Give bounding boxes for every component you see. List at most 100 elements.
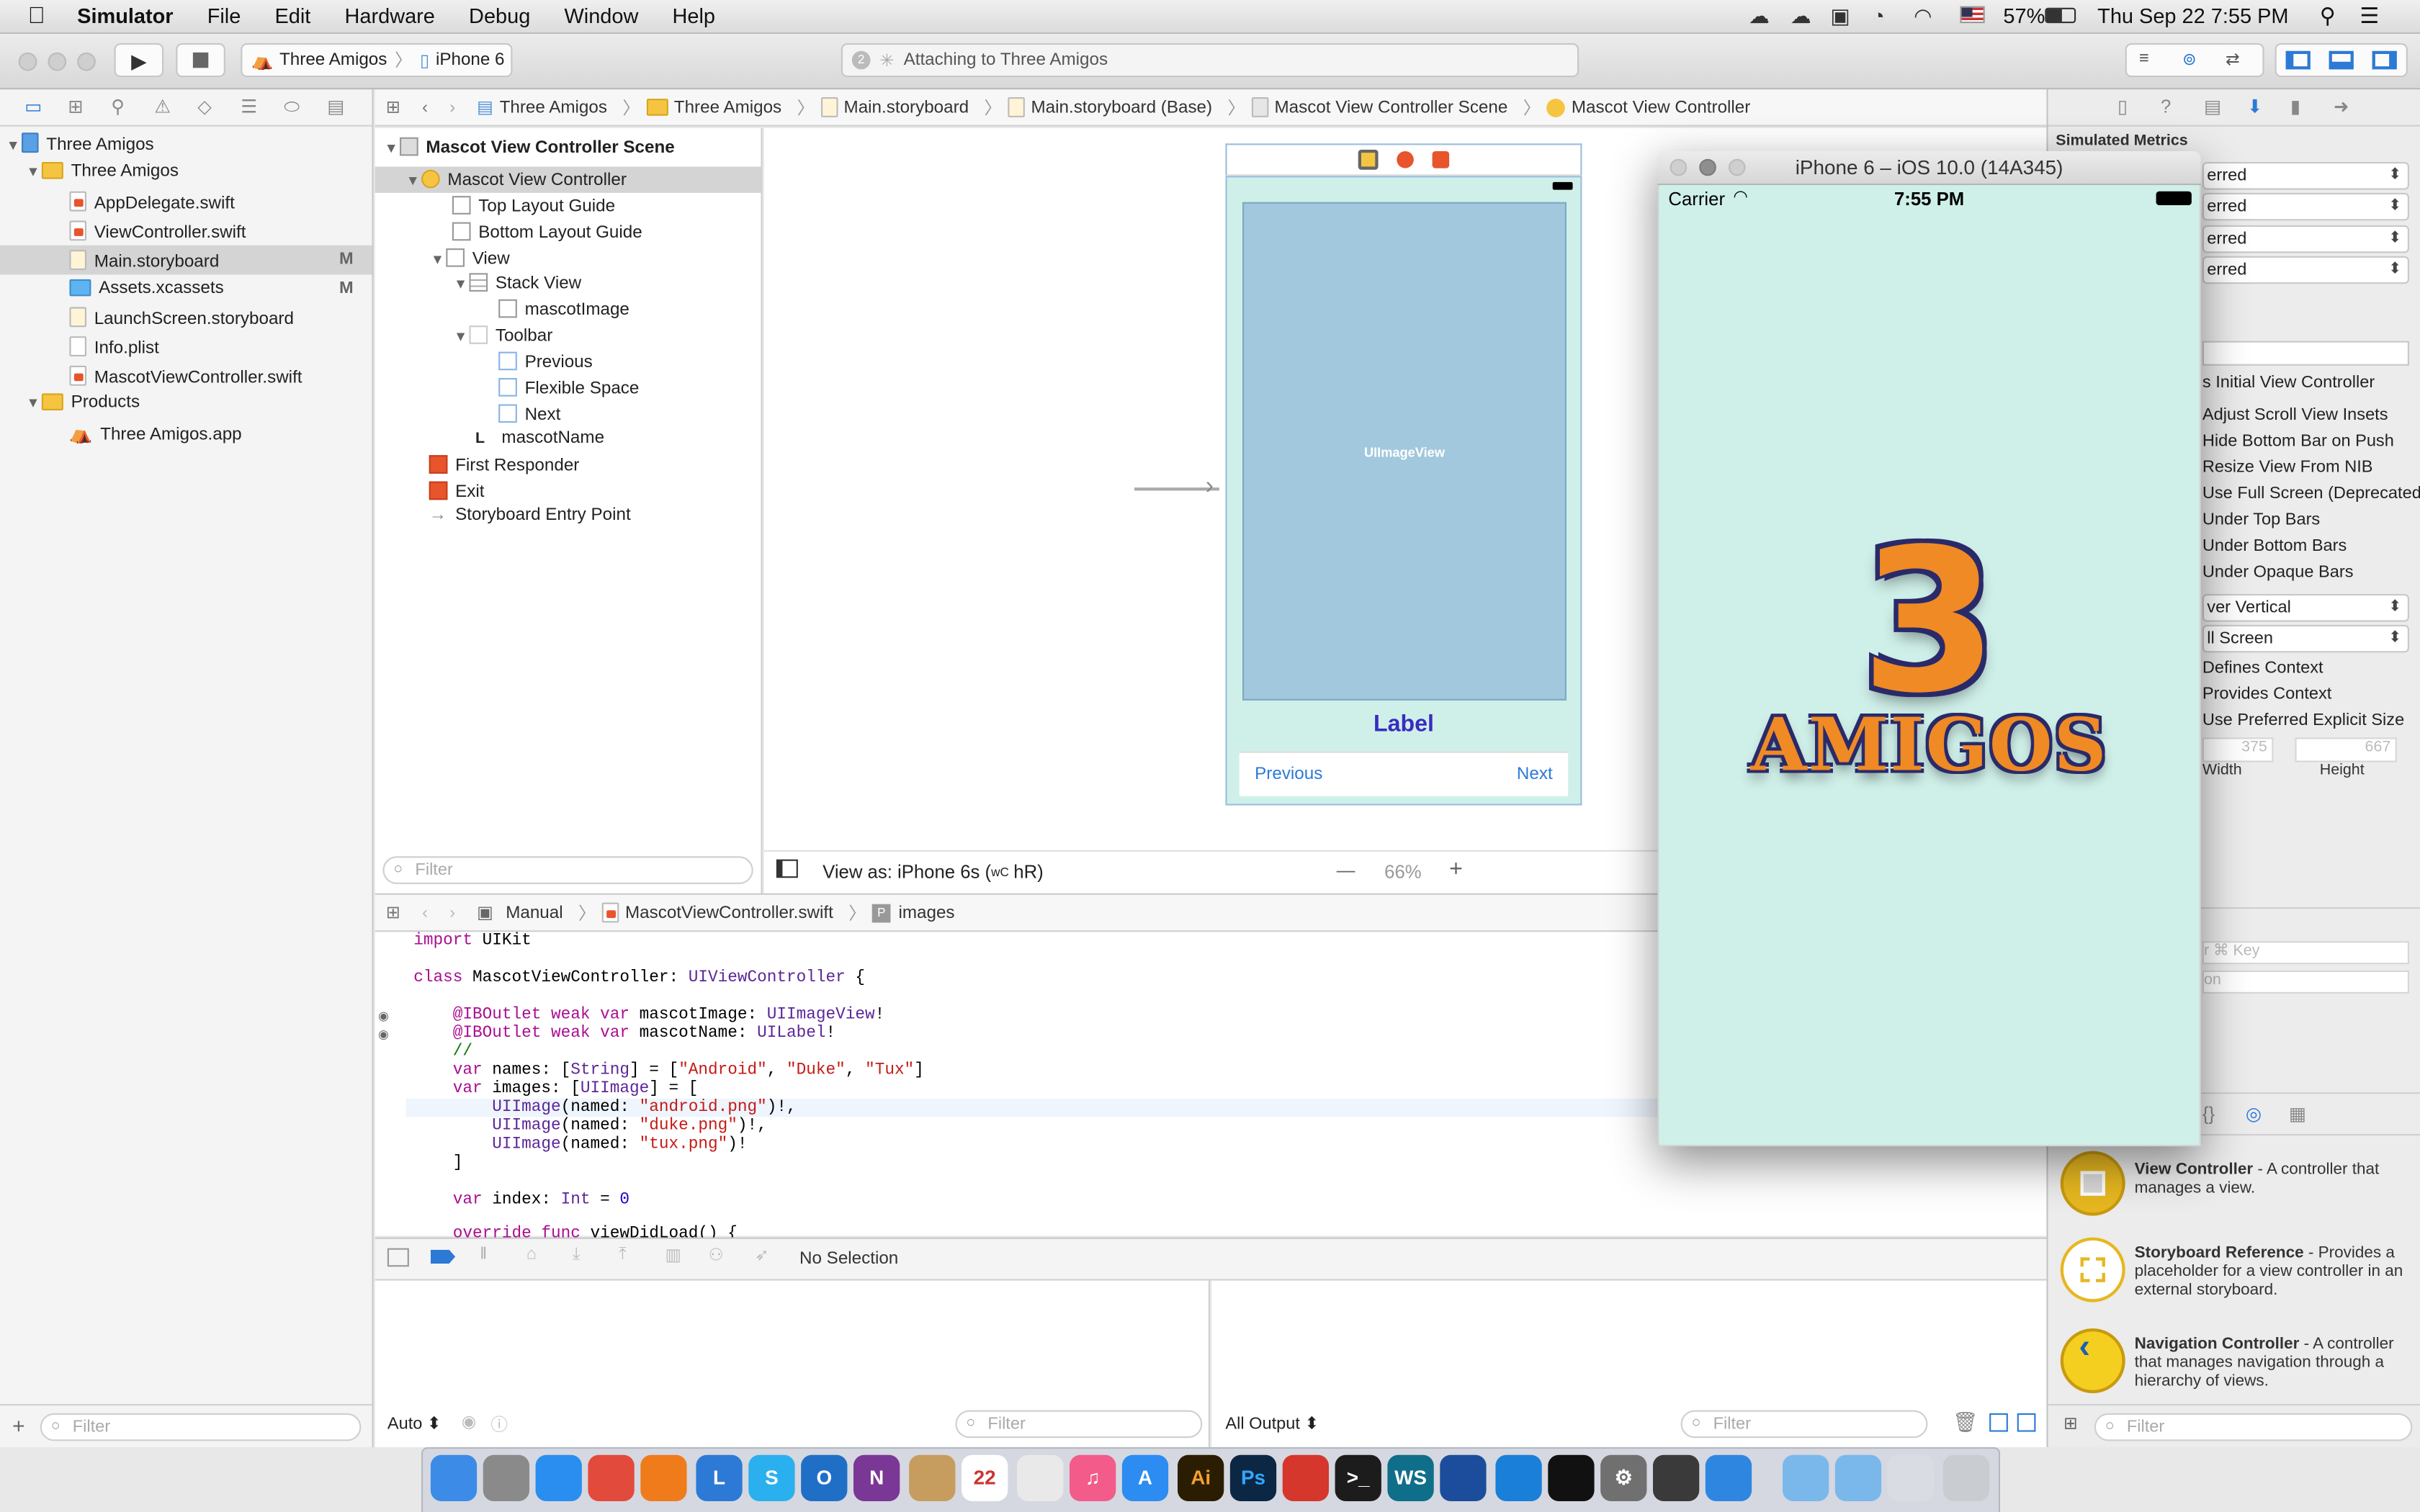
- terminal-icon[interactable]: >_: [1335, 1454, 1381, 1501]
- toggle-outline-icon[interactable]: [776, 859, 798, 878]
- outline-filter-field[interactable]: Filter: [382, 856, 753, 884]
- apple-menu-icon[interactable]: : [28, 3, 45, 29]
- info-icon[interactable]: ⓘ: [490, 1412, 508, 1436]
- first-responder-dock-icon[interactable]: [1397, 151, 1414, 168]
- split-right-icon[interactable]: [2017, 1413, 2036, 1432]
- zoom-out-button[interactable]: —: [1337, 860, 1355, 881]
- issue-navigator-icon[interactable]: ⚠: [154, 96, 171, 117]
- jump-item[interactable]: images: [898, 904, 954, 922]
- screen-share-icon[interactable]: ▣: [1830, 4, 1850, 29]
- image-view-placeholder[interactable]: UIImageView: [1242, 202, 1567, 701]
- device-screen[interactable]: Carrier ◠ 7:55 PM 3 AMIGOS: [1659, 185, 2200, 1146]
- version-editor-icon[interactable]: ⇄: [2226, 50, 2240, 70]
- console-filter-field[interactable]: Filter: [1680, 1410, 1928, 1439]
- variables-scope-select[interactable]: Auto ⬍: [387, 1413, 442, 1434]
- time-machine-icon[interactable]: ◔: [1872, 4, 1884, 27]
- breakpoint-navigator-icon[interactable]: ⬭: [284, 96, 300, 119]
- outline-item-view-controller[interactable]: ▼ Mascot View Controller: [406, 169, 627, 190]
- transition-style-popup[interactable]: ver Vertical: [2202, 594, 2409, 622]
- pause-icon[interactable]: ‖: [480, 1245, 487, 1264]
- menu-help[interactable]: Help: [673, 4, 715, 27]
- outline-item-bottom-layout-guide[interactable]: Bottom Layout Guide: [452, 222, 642, 242]
- bottom-bar-popup[interactable]: erred: [2202, 225, 2409, 253]
- hide-bottom-bar-checkbox[interactable]: Hide Bottom Bar on Push: [2202, 432, 2394, 451]
- tree-item-group[interactable]: ▼ Three Amigos: [26, 162, 179, 181]
- add-file-icon[interactable]: +: [12, 1413, 25, 1438]
- outline-item-first-responder[interactable]: First Responder: [429, 455, 579, 475]
- step-in-icon[interactable]: ⤓: [573, 1245, 580, 1265]
- chrome-icon[interactable]: [588, 1454, 635, 1501]
- tree-item-file[interactable]: ⛺ Three Amigos.app: [69, 423, 241, 444]
- console-view[interactable]: All Output ⬍ Filter 🗑: [1211, 1280, 2047, 1447]
- outline-item-previous[interactable]: Previous: [498, 351, 593, 372]
- test-navigator-icon[interactable]: ◇: [197, 96, 212, 117]
- tree-item-file[interactable]: Assets.xcassets: [69, 279, 224, 298]
- notification-center-icon[interactable]: ☰: [2360, 3, 2379, 29]
- close-window-button[interactable]: [18, 52, 37, 71]
- jump-item[interactable]: MascotViewController.swift: [625, 904, 833, 922]
- under-bottom-bars-checkbox[interactable]: Under Bottom Bars: [2202, 537, 2347, 556]
- adjust-scroll-checkbox[interactable]: Adjust Scroll View Insets: [2202, 406, 2388, 425]
- menu-edit[interactable]: Edit: [274, 4, 310, 27]
- quick-help-icon[interactable]: ?: [2161, 96, 2171, 117]
- outline-item-entry-point[interactable]: → Storyboard Entry Point: [429, 506, 631, 525]
- simulator-window[interactable]: iPhone 6 – iOS 10.0 (14A345) Carrier ◠ 7…: [1657, 151, 2201, 1147]
- creative-cloud-icon[interactable]: ☁: [1749, 4, 1770, 29]
- assistant-editor-icon[interactable]: ⊚: [2182, 50, 2197, 70]
- us-flag-icon[interactable]: [1960, 6, 1985, 24]
- itunes-icon[interactable]: ♫: [1070, 1454, 1116, 1501]
- object-library-icon[interactable]: ◎: [2246, 1103, 2262, 1125]
- outline-item-top-layout-guide[interactable]: Top Layout Guide: [452, 196, 615, 216]
- mascot-name-label[interactable]: Label: [1227, 711, 1581, 737]
- jump-item[interactable]: Main.storyboard (Base): [1031, 98, 1212, 117]
- remote-desktop-icon[interactable]: [1282, 1454, 1329, 1501]
- tree-item-file[interactable]: LaunchScreen.storyboard: [69, 307, 294, 328]
- scheme-selector[interactable]: ⛺ Three Amigos 〉 ▯ iPhone 6: [241, 43, 513, 78]
- top-bar-popup[interactable]: erred: [2202, 192, 2409, 221]
- outline-item-next[interactable]: Next: [498, 404, 560, 424]
- xcode-icon[interactable]: [1495, 1454, 1542, 1501]
- illustrator-icon[interactable]: Ai: [1178, 1454, 1224, 1501]
- zoom-window-button[interactable]: [77, 52, 96, 71]
- find-navigator-icon[interactable]: ⚲: [111, 96, 125, 117]
- scene-view[interactable]: UIImageView Label Previous Next: [1225, 176, 1582, 806]
- skype-icon[interactable]: S: [748, 1454, 795, 1501]
- wifi-icon[interactable]: ◠: [1914, 4, 1932, 29]
- step-out-icon[interactable]: ⤒: [619, 1245, 626, 1265]
- jump-item[interactable]: Three Amigos: [674, 98, 781, 117]
- view-controller-dock-icon[interactable]: [1358, 149, 1379, 170]
- launchpad-icon[interactable]: [483, 1454, 529, 1501]
- title-field[interactable]: [2202, 341, 2409, 366]
- project-navigator-icon[interactable]: ▭: [24, 96, 42, 117]
- exit-dock-icon[interactable]: [1432, 151, 1450, 168]
- file-inspector-icon[interactable]: ▯: [2118, 96, 2128, 117]
- tree-item-file[interactable]: MascotViewController.swift: [69, 365, 302, 387]
- battery-icon[interactable]: [2045, 7, 2076, 24]
- jump-item[interactable]: Mascot View Controller: [1572, 98, 1750, 117]
- menu-window[interactable]: Window: [564, 4, 638, 27]
- related-items-icon[interactable]: ⊞: [386, 97, 400, 117]
- tree-item-group[interactable]: ▼ Products: [26, 393, 140, 412]
- minimize-window-button[interactable]: [48, 52, 67, 71]
- quick-look-icon[interactable]: ◉: [462, 1412, 477, 1432]
- jump-item[interactable]: Mascot View Controller Scene: [1274, 98, 1507, 117]
- variables-view[interactable]: Auto ⬍ ◉ ⓘ Filter: [375, 1280, 1210, 1447]
- size-popup[interactable]: erred: [2202, 162, 2409, 190]
- run-button[interactable]: ▶: [114, 43, 164, 78]
- menu-clock[interactable]: Thu Sep 22 7:55 PM: [2097, 4, 2288, 27]
- navigator-filter-field[interactable]: Filter: [40, 1413, 362, 1441]
- menu-hardware[interactable]: Hardware: [344, 4, 434, 27]
- lync-icon[interactable]: L: [696, 1454, 743, 1501]
- view-debugger-icon[interactable]: ▥: [666, 1245, 681, 1265]
- documents-stack-icon[interactable]: [1887, 1454, 1934, 1501]
- stop-button[interactable]: [176, 43, 225, 78]
- presentation-popup[interactable]: ll Screen: [2202, 624, 2409, 653]
- trash-icon[interactable]: [1942, 1454, 1990, 1501]
- width-field[interactable]: 375: [2202, 737, 2274, 762]
- outlet-connection-icon[interactable]: ◉: [378, 1009, 389, 1022]
- hide-debug-icon[interactable]: [387, 1248, 409, 1267]
- forward-arrow-icon[interactable]: ›: [449, 98, 455, 117]
- identity-inspector-icon[interactable]: ▤: [2204, 96, 2221, 117]
- location-icon[interactable]: ➶: [755, 1245, 769, 1265]
- safari-icon[interactable]: [535, 1454, 582, 1501]
